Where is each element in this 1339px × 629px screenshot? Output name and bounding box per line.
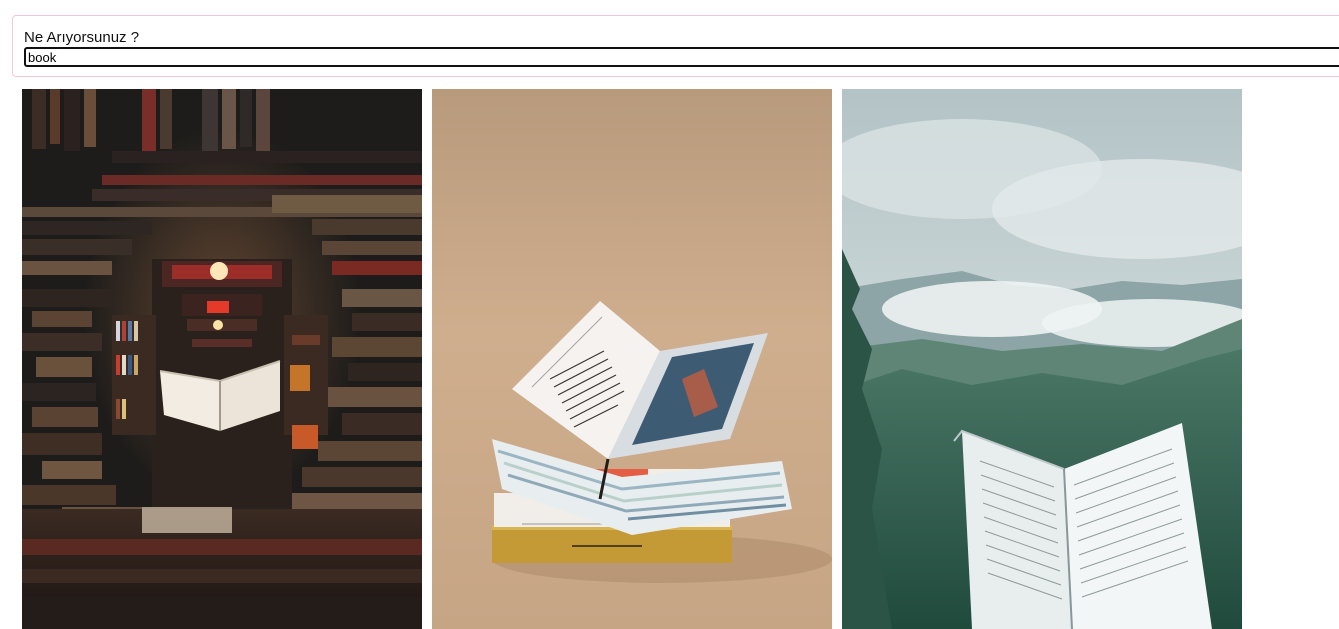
magazine-stack-image [432,89,832,629]
result-photo-library[interactable] [22,89,422,629]
result-photo-mountains[interactable] [842,89,1242,629]
result-photo-magazine[interactable] [432,89,832,629]
search-card: Ne Arıyorsunuz ? [12,15,1339,77]
results-gallery [22,89,1242,629]
search-input[interactable] [24,47,1339,67]
mountain-book-image [842,89,1242,629]
library-books-image [22,89,422,629]
search-label: Ne Arıyorsunuz ? [24,29,140,46]
